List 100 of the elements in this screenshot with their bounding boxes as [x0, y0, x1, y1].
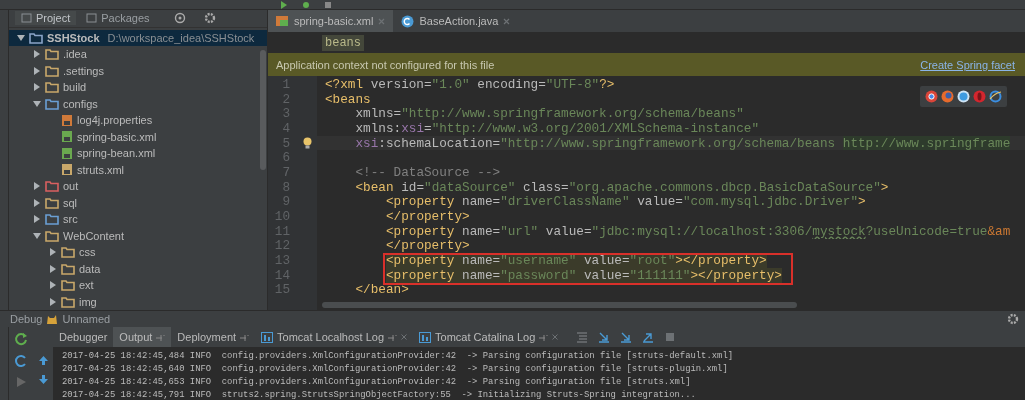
debug-tab[interactable]: Output [113, 327, 172, 347]
tree-item[interactable]: configs [9, 95, 267, 112]
tree-item[interactable]: SSHStock D:\workspace_idea\SSHStock [9, 29, 267, 46]
expand-arrow-icon[interactable] [49, 281, 57, 290]
debug-tab[interactable]: Tomcat Catalina Log [413, 327, 565, 347]
browser-icon[interactable] [957, 90, 970, 103]
scrollbar[interactable] [322, 302, 797, 308]
tree-item[interactable]: src [9, 211, 267, 228]
tree-item[interactable]: img [9, 293, 267, 310]
folder-icon [61, 246, 75, 259]
log-line: 2017-04-25 18:42:45,791 INFO struts2.spring.StrutsSpringObjectFactory:55 -> Initializing Struts-Spring integration... [62, 390, 697, 400]
code-line: <property name="driverClassName" value="com.mysql.jdbc.Driver"> [384, 194, 866, 210]
class-file-icon [401, 14, 415, 28]
expand-arrow-icon[interactable] [33, 182, 41, 191]
expand-arrow-icon[interactable] [49, 297, 57, 306]
debug-tab[interactable]: Deployment [171, 327, 256, 347]
tree-item[interactable]: data [9, 260, 267, 277]
expand-arrow-icon[interactable] [17, 33, 25, 42]
pin-icon[interactable] [240, 333, 250, 341]
folder-icon [61, 279, 75, 292]
tree-item[interactable]: css [9, 244, 267, 261]
editor-tab[interactable]: BaseAction.java [393, 10, 519, 32]
file-icon [61, 146, 73, 160]
stop-icon[interactable] [324, 0, 332, 9]
code-line: <bean id="dataSource" class="org.apache.commons.dbcp.BasicDataSource"> [354, 179, 889, 195]
tree-item[interactable]: struts.xml [9, 161, 267, 178]
tree-item[interactable]: log4j.properties [9, 112, 267, 129]
browser-icon[interactable] [925, 90, 938, 103]
tree-item[interactable]: build [9, 79, 267, 96]
folder-icon [45, 196, 59, 209]
refresh-icon[interactable] [14, 354, 28, 368]
code-line: <beans [325, 91, 371, 107]
expand-arrow-icon[interactable] [33, 66, 41, 75]
tree-item[interactable]: .idea [9, 46, 267, 63]
settings-icon[interactable] [203, 12, 216, 25]
tree-item[interactable]: WebContent [9, 227, 267, 244]
scrollbar[interactable] [260, 50, 266, 170]
expand-arrow-icon[interactable] [33, 231, 41, 240]
panel-tab[interactable]: Packages [80, 11, 156, 26]
browser-icon[interactable] [941, 90, 954, 103]
play-icon[interactable] [280, 0, 288, 9]
code-line: <property name="username" value="root"></property> [384, 253, 767, 269]
close-icon[interactable] [401, 334, 408, 340]
folder-icon [45, 97, 59, 110]
breadcrumb[interactable]: beans [322, 35, 364, 51]
folder-icon [61, 262, 75, 275]
code-line: </property> [384, 209, 470, 225]
code-editor[interactable] [268, 76, 1025, 310]
expand-arrow-icon[interactable] [33, 50, 41, 59]
up-arrow-icon[interactable] [37, 355, 49, 366]
panel-title: Debug [10, 313, 43, 325]
rerun-icon[interactable] [14, 332, 28, 346]
tree-item[interactable]: ext [9, 277, 267, 294]
debug-tab[interactable]: Tomcat Localhost Log [255, 327, 414, 347]
code-line: xsi:schemaLocation="http://www.springframework.org/schema/beans http://www.springframe [354, 135, 1011, 151]
folder-icon [45, 81, 59, 94]
close-icon[interactable] [552, 334, 559, 340]
folder-icon [45, 48, 59, 61]
expand-arrow-icon[interactable] [33, 215, 41, 224]
path-text: D:\workspace_idea\SSHStock [107, 31, 255, 44]
tree-item[interactable]: spring-bean.xml [9, 145, 267, 162]
log-line: 2017-04-25 18:42:45,653 INFO config.providers.XmlConfigurationProvider:42 -> Parsing configuration file [struts.xml] [62, 377, 692, 389]
tree-item[interactable]: out [9, 178, 267, 195]
folder-icon [61, 295, 75, 308]
tree-item[interactable]: spring-basic.xml [9, 128, 267, 145]
expand-arrow-icon[interactable] [49, 264, 57, 273]
folder-icon [45, 64, 59, 77]
notification-text: Application context not configured for this file [276, 58, 495, 71]
expand-arrow-icon[interactable] [33, 198, 41, 207]
stop-icon[interactable] [664, 331, 677, 343]
down-arrow-icon[interactable] [37, 374, 49, 385]
down-arrow-icon[interactable] [620, 331, 633, 343]
target-icon[interactable] [173, 12, 186, 25]
panel-tab[interactable]: Project [15, 11, 77, 26]
up-arrow-icon[interactable] [642, 331, 655, 343]
code-line: </property> [384, 238, 470, 254]
folder-icon [45, 229, 59, 242]
debug-tab[interactable]: Debugger [53, 327, 114, 347]
lightbulb-icon[interactable] [303, 137, 312, 150]
close-icon[interactable] [503, 17, 511, 25]
expand-arrow-icon[interactable] [33, 99, 41, 108]
server-icon [261, 331, 274, 343]
xml-file-icon [276, 15, 289, 27]
folder-icon [45, 180, 59, 193]
code-line: <!-- DataSource --> [354, 164, 501, 180]
tree-item[interactable]: .settings [9, 62, 267, 79]
editor-tab[interactable]: spring-basic.xml [268, 10, 394, 32]
settings-icon[interactable] [1007, 313, 1019, 325]
file-icon [61, 130, 73, 144]
down-arrow-icon[interactable] [598, 331, 611, 343]
facet-link[interactable]: Create Spring facet [920, 58, 1015, 71]
pin-icon[interactable] [539, 333, 549, 341]
expand-arrow-icon[interactable] [33, 83, 41, 92]
expand-arrow-icon[interactable] [49, 248, 57, 257]
file-icon [61, 113, 73, 127]
code-line: <?xml version="1.0" encoding="UTF-8"?> [325, 76, 615, 92]
browser-icon[interactable] [989, 90, 1002, 103]
log-line: 2017-04-25 18:42:45,640 INFO config.providers.XmlConfigurationProvider:42 -> Parsing configuration file [struts-plugin.xml] [62, 364, 729, 376]
tree-item[interactable]: sql [9, 194, 267, 211]
pin-icon[interactable] [388, 333, 398, 341]
